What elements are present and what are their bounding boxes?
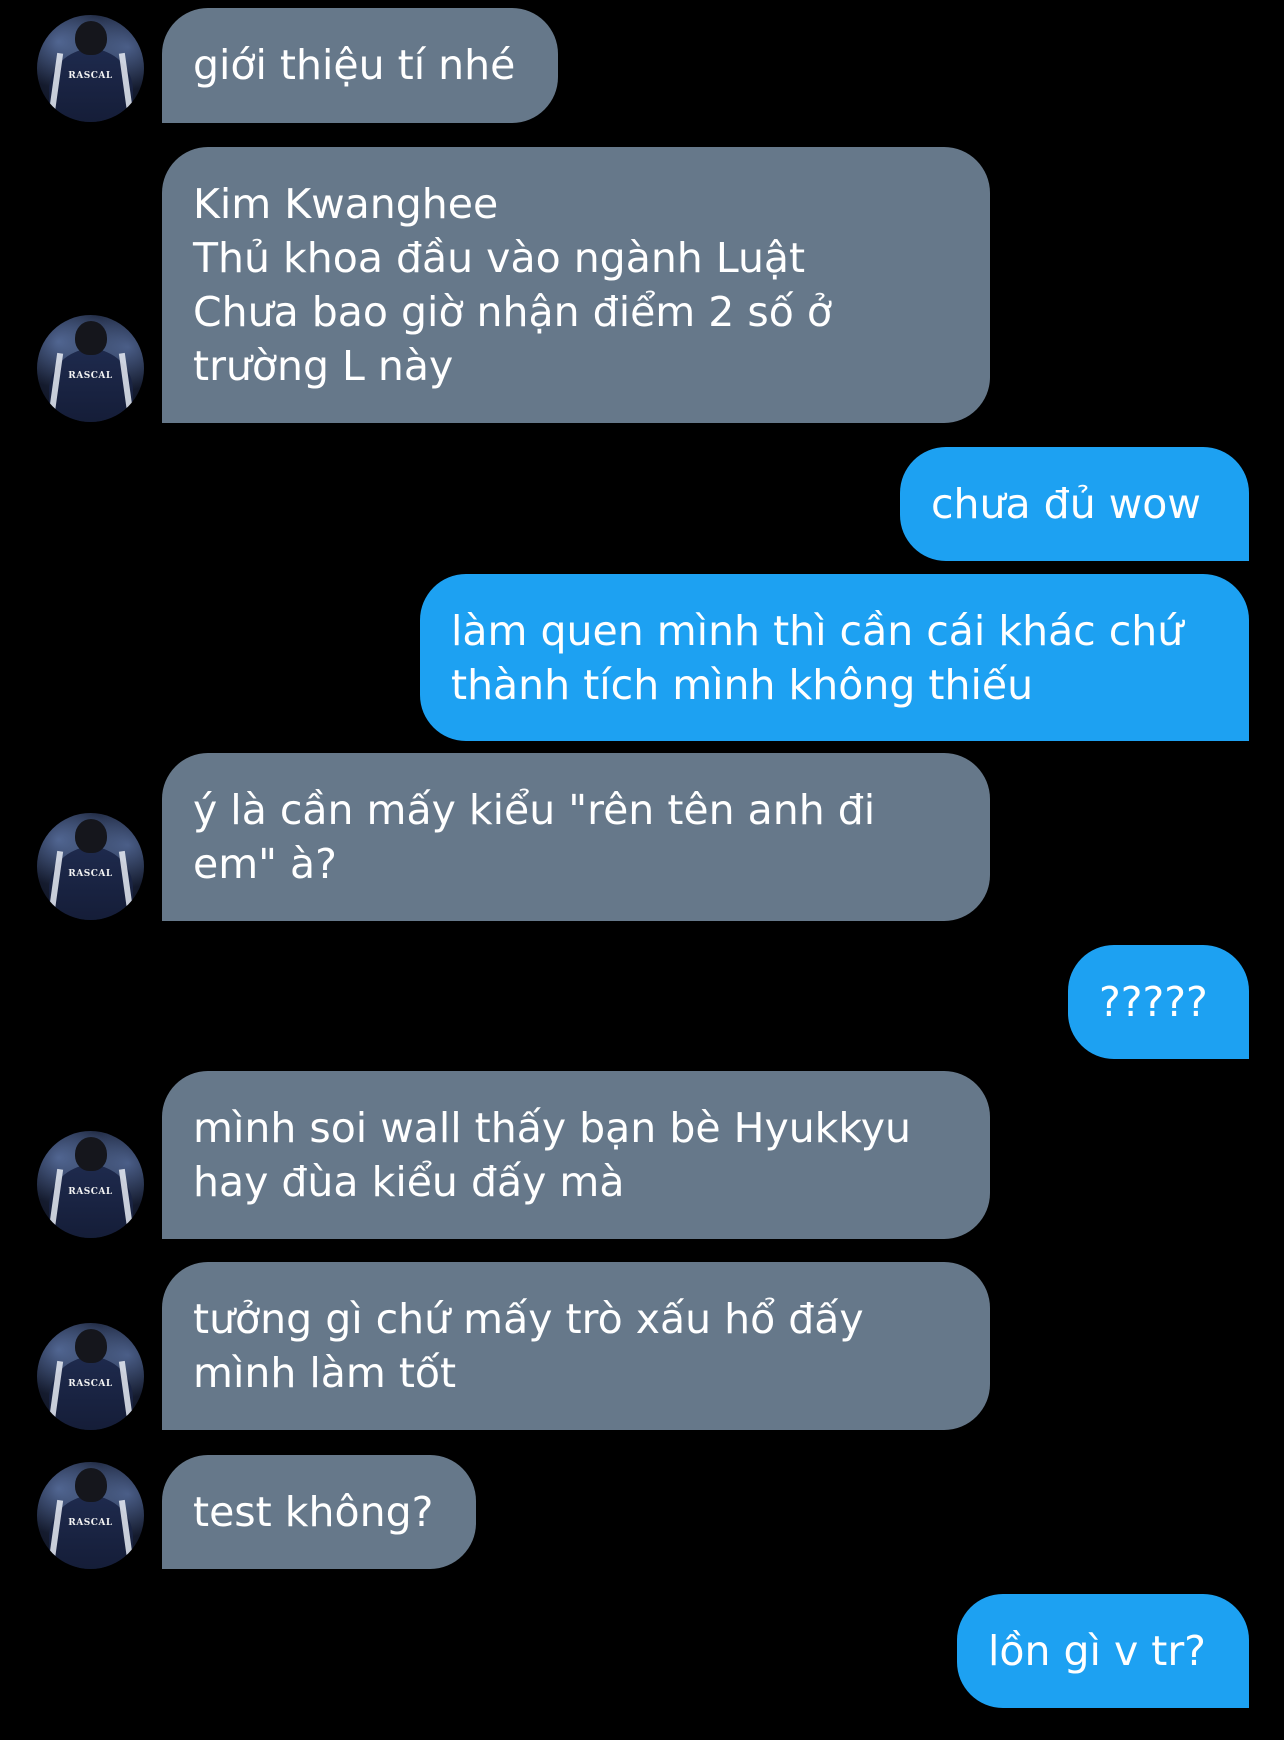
avatar[interactable]: RASCAL	[37, 15, 144, 122]
outgoing-message-bubble[interactable]: ?????	[1068, 945, 1249, 1059]
incoming-message-bubble[interactable]: mình soi wall thấy bạn bè Hyukkyu hay đù…	[162, 1071, 990, 1239]
chat-thread[interactable]: RASCAL giới thiệu tí nhé RASCAL Kim Kwan…	[0, 0, 1284, 1740]
incoming-message-bubble[interactable]: test không?	[162, 1455, 476, 1569]
avatar-logo-text: RASCAL	[68, 371, 113, 381]
avatar-logo-text: RASCAL	[68, 71, 113, 81]
avatar-logo-text: RASCAL	[68, 1187, 113, 1197]
incoming-message-bubble[interactable]: giới thiệu tí nhé	[162, 8, 558, 123]
incoming-message-bubble[interactable]: ý là cần mấy kiểu "rên tên anh đi em" à?	[162, 753, 990, 921]
incoming-message-bubble[interactable]: tưởng gì chứ mấy trò xấu hổ đấy mình làm…	[162, 1262, 990, 1430]
avatar-logo-text: RASCAL	[68, 1379, 113, 1389]
avatar[interactable]: RASCAL	[37, 1462, 144, 1569]
avatar[interactable]: RASCAL	[37, 1131, 144, 1238]
avatar[interactable]: RASCAL	[37, 1323, 144, 1430]
incoming-message-bubble[interactable]: Kim Kwanghee Thủ khoa đầu vào ngành Luật…	[162, 147, 990, 423]
avatar[interactable]: RASCAL	[37, 315, 144, 422]
outgoing-message-bubble[interactable]: lồn gì v tr?	[957, 1594, 1249, 1708]
outgoing-message-bubble[interactable]: chưa đủ wow	[900, 447, 1249, 561]
avatar-logo-text: RASCAL	[68, 1518, 113, 1528]
outgoing-message-bubble[interactable]: làm quen mình thì cần cái khác chứ thành…	[420, 574, 1249, 741]
avatar[interactable]: RASCAL	[37, 813, 144, 920]
avatar-logo-text: RASCAL	[68, 869, 113, 879]
